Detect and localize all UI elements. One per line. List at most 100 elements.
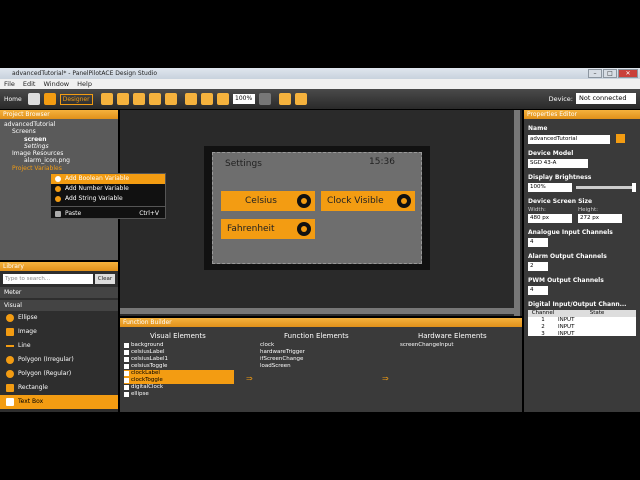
celsius-toggle[interactable]: Celsius [221,191,315,211]
hardware-elements-list: screenChangeInput [400,342,510,349]
designer-tab[interactable]: Designer [59,93,93,105]
minimize-button[interactable]: – [588,69,602,78]
list-item[interactable]: hardwareTrigger [260,349,380,356]
library-clear-button[interactable]: Clear [95,274,115,284]
export-icon[interactable] [148,93,161,105]
add-string-icon [55,196,61,202]
redo-icon[interactable] [294,93,307,105]
device-select[interactable]: Not connected [576,93,636,104]
menu-help[interactable]: Help [77,79,92,89]
zoom-field[interactable]: 100% [232,94,255,104]
screen-size-row: Width: 480 px Height: 272 px [528,207,636,223]
library-item-rectangle[interactable]: Rectangle [0,381,118,395]
table-row[interactable]: 2 INPUT [528,324,636,331]
checkbox[interactable] [124,350,129,355]
list-item[interactable]: celsiusToggle [124,363,234,370]
library-item-polygon-irregular[interactable]: Polygon (Irregular) [0,353,118,367]
fit-screen-icon[interactable] [184,93,197,105]
menu-window[interactable]: Window [43,79,69,89]
clock-visible-toggle[interactable]: Clock Visible [321,191,415,211]
checkbox[interactable] [124,385,129,390]
tree-item-screen[interactable]: screen [4,136,114,143]
deploy-icon[interactable] [164,93,177,105]
brightness-field[interactable]: 100% [528,183,572,192]
list-item[interactable]: clock [260,342,380,349]
designer-icon[interactable] [43,93,56,105]
library-item-text-box[interactable]: Text Box [0,395,118,409]
context-menu: Add Boolean Variable Add Number Variable… [50,173,166,219]
alarm-output-field[interactable]: 2 [528,262,548,271]
edit-icon[interactable] [616,134,626,143]
library-search-input[interactable]: Type to search... [3,274,93,284]
add-boolean-icon [55,176,61,182]
library-item-polygon-regular[interactable]: Polygon (Regular) [0,367,118,381]
list-item[interactable]: background [124,342,234,349]
checkbox[interactable] [124,371,129,376]
list-item[interactable]: ellipse [124,391,234,398]
library-category-meter[interactable]: Meter [0,287,118,298]
checkbox[interactable] [124,364,129,369]
pwm-output-field[interactable]: 4 [528,286,548,295]
tree-item-project[interactable]: advancedTutorial [4,121,114,128]
checkbox[interactable] [124,343,129,348]
slider-thumb[interactable] [632,183,636,192]
library-item-line[interactable]: Line [0,339,118,353]
library-category-visual[interactable]: Visual [0,300,118,311]
menu-add-string-variable[interactable]: Add String Variable [51,194,165,204]
fahrenheit-toggle[interactable]: Fahrenheit [221,219,315,239]
canvas-vscrollbar[interactable] [514,110,520,316]
tree-item-image-resources[interactable]: Image Resources [4,150,114,157]
device-label: Device: [548,94,573,103]
width-field[interactable]: 480 px [528,214,572,223]
height-group: Height: 272 px [578,207,622,223]
checkbox[interactable] [124,378,129,383]
list-item[interactable]: ifScreenChange [260,356,380,363]
tree-item-alarm-icon[interactable]: alarm_icon.png [4,157,114,164]
close-button[interactable]: ✕ [618,69,638,78]
home-icon[interactable] [27,93,40,105]
library-item-ellipse[interactable]: Ellipse [0,311,118,325]
tree-item-project-variables[interactable]: Project Variables [4,165,114,172]
canvas-hscrollbar[interactable] [120,308,514,314]
menu-edit[interactable]: Edit [23,79,36,89]
function-builder-panel: Function Builder Visual Elements Functio… [120,318,522,412]
height-field[interactable]: 272 px [578,214,622,223]
open-folder-icon[interactable] [116,93,129,105]
device-model-field[interactable]: SGD 43-A [528,159,588,168]
undo-icon[interactable] [278,93,291,105]
analogue-input-field[interactable]: 4 [528,238,548,247]
list-item[interactable]: celsiusLabel1 [124,356,234,363]
new-file-icon[interactable] [100,93,113,105]
tree-item-settings[interactable]: Settings [4,143,114,150]
checkbox[interactable] [124,357,129,362]
list-item[interactable]: clockToggle [124,377,234,384]
home-tab[interactable]: Home [0,96,26,103]
zoom-dropdown-icon[interactable] [258,93,271,105]
fahrenheit-knob-icon [297,222,311,236]
list-item[interactable]: clockLabel [124,370,234,377]
menu-add-boolean-variable[interactable]: Add Boolean Variable [51,174,165,184]
table-row[interactable]: 1 INPUT [528,317,636,324]
paste-icon [55,211,61,217]
zoom-out-icon[interactable] [216,93,229,105]
screen-preview[interactable]: Settings 15:36 Celsius Clock Visible Fah… [212,152,422,264]
polygon-regular-icon [6,370,14,378]
library-title: Library [0,262,118,271]
list-item[interactable]: digitalClock [124,384,234,391]
library-item-image[interactable]: Image [0,325,118,339]
table-row[interactable]: 3 INPUT [528,331,636,336]
list-item[interactable]: loadScreen [260,363,380,370]
list-item[interactable]: celsiusLabel [124,349,234,356]
name-field[interactable]: advancedTutorial [528,135,610,144]
menu-add-number-variable[interactable]: Add Number Variable [51,184,165,194]
checkbox[interactable] [124,392,129,397]
project-tree: advancedTutorial Screens screen Settings… [0,119,118,174]
brightness-slider[interactable] [576,183,636,192]
menu-file[interactable]: File [4,79,15,89]
list-item[interactable]: screenChangeInput [400,342,510,349]
save-icon[interactable] [132,93,145,105]
menu-paste[interactable]: Paste Ctrl+V [51,209,165,219]
zoom-in-icon[interactable] [200,93,213,105]
maximize-button[interactable]: □ [603,69,617,78]
tree-item-screens[interactable]: Screens [4,128,114,135]
